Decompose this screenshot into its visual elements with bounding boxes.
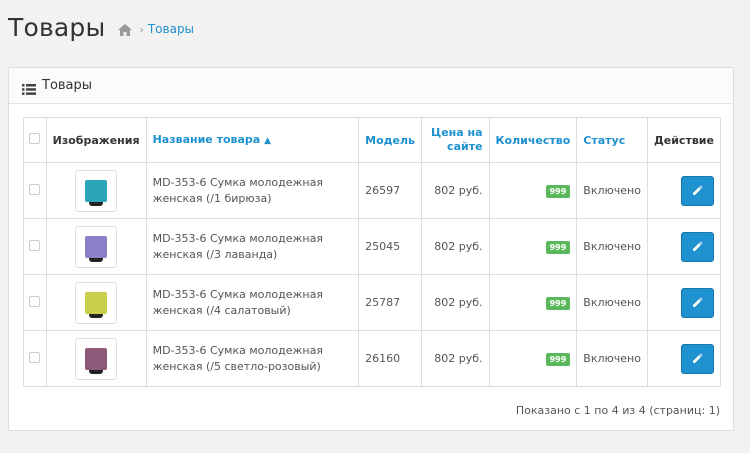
col-action: Действие <box>646 117 722 163</box>
quantity-badge: 999 <box>545 184 571 198</box>
image-cell <box>45 274 147 331</box>
edit-button[interactable] <box>681 287 714 318</box>
action-cell <box>646 218 722 275</box>
quantity-badge: 999 <box>545 240 571 254</box>
col-name[interactable]: Название товара ▲ <box>145 117 360 163</box>
row-checkbox[interactable] <box>29 239 41 251</box>
panel-heading: Товары <box>9 68 733 104</box>
row-checkbox[interactable] <box>29 295 41 307</box>
page-header: Товары › Товары <box>8 10 194 44</box>
page-title: Товары <box>8 12 106 42</box>
row-select-cell <box>23 218 47 275</box>
product-model: 26597 <box>358 162 423 219</box>
action-cell <box>646 162 722 219</box>
pencil-icon <box>692 297 703 308</box>
pencil-icon <box>692 241 703 252</box>
row-checkbox[interactable] <box>29 351 41 363</box>
home-icon[interactable] <box>117 22 133 36</box>
product-thumbnail[interactable] <box>75 225 118 268</box>
col-price[interactable]: Цена на сайте <box>421 117 490 163</box>
table-row: MD-353-6 Сумка молодежная женская (/5 св… <box>23 330 722 387</box>
edit-button[interactable] <box>681 231 714 262</box>
product-thumbnail[interactable] <box>75 337 118 380</box>
product-name: MD-353-6 Сумка молодежная женская (/4 са… <box>145 274 360 331</box>
product-name: MD-353-6 Сумка молодежная женская (/5 св… <box>145 330 360 387</box>
quantity-cell: 999 <box>488 274 578 331</box>
image-cell <box>45 218 147 275</box>
product-status: Включено <box>576 330 648 387</box>
product-name: MD-353-6 Сумка молодежная женская (/1 би… <box>145 162 360 219</box>
bag-image <box>85 291 108 318</box>
quantity-badge: 999 <box>545 352 571 366</box>
breadcrumb: › Товары <box>117 22 194 36</box>
select-all-cell <box>23 117 47 163</box>
products-table: Изображения Название товара ▲ Модель Цен… <box>23 117 722 387</box>
quantity-cell: 999 <box>488 218 578 275</box>
product-status: Включено <box>576 218 648 275</box>
bag-image <box>85 347 108 374</box>
breadcrumb-separator: › <box>139 22 144 36</box>
image-cell <box>45 330 147 387</box>
select-all-checkbox[interactable] <box>29 133 41 144</box>
edit-button[interactable] <box>681 343 714 374</box>
table-row: MD-353-6 Сумка молодежная женская (/4 са… <box>23 274 722 331</box>
product-price: 802 руб. <box>421 218 490 275</box>
col-images: Изображения <box>45 117 147 163</box>
product-name: MD-353-6 Сумка молодежная женская (/3 ла… <box>145 218 360 275</box>
product-status: Включено <box>576 274 648 331</box>
bag-image <box>85 235 108 262</box>
pagination-info: Показано с 1 по 4 из 4 (страниц: 1) <box>515 404 720 417</box>
bag-image <box>85 179 108 206</box>
quantity-badge: 999 <box>545 296 571 310</box>
table-header-row: Изображения Название товара ▲ Модель Цен… <box>23 117 722 163</box>
table-row: MD-353-6 Сумка молодежная женская (/1 би… <box>23 162 722 219</box>
col-quantity[interactable]: Количество <box>488 117 578 163</box>
edit-button[interactable] <box>681 175 714 206</box>
action-cell <box>646 330 722 387</box>
quantity-cell: 999 <box>488 162 578 219</box>
row-select-cell <box>23 330 47 387</box>
product-thumbnail[interactable] <box>75 281 118 324</box>
product-model: 25787 <box>358 274 423 331</box>
row-select-cell <box>23 274 47 331</box>
products-panel: Товары Изображения Название товара ▲ Мод… <box>8 67 734 431</box>
caret-up-icon: ▲ <box>264 135 271 146</box>
product-model: 26160 <box>358 330 423 387</box>
row-checkbox[interactable] <box>29 183 41 195</box>
col-status[interactable]: Статус <box>576 117 648 163</box>
panel-title: Товары <box>42 78 93 93</box>
pencil-icon <box>692 185 703 196</box>
product-thumbnail[interactable] <box>75 169 118 212</box>
product-model: 25045 <box>358 218 423 275</box>
action-cell <box>646 274 722 331</box>
product-price: 802 руб. <box>421 162 490 219</box>
row-select-cell <box>23 162 47 219</box>
product-price: 802 руб. <box>421 330 490 387</box>
breadcrumb-link[interactable]: Товары <box>148 22 194 36</box>
image-cell <box>45 162 147 219</box>
product-price: 802 руб. <box>421 274 490 331</box>
col-name-label: Название товара <box>152 132 261 146</box>
table-row: MD-353-6 Сумка молодежная женская (/3 ла… <box>23 218 722 275</box>
pencil-icon <box>692 353 703 364</box>
list-icon <box>22 80 36 95</box>
col-model[interactable]: Модель <box>358 117 423 163</box>
quantity-cell: 999 <box>488 330 578 387</box>
product-status: Включено <box>576 162 648 219</box>
